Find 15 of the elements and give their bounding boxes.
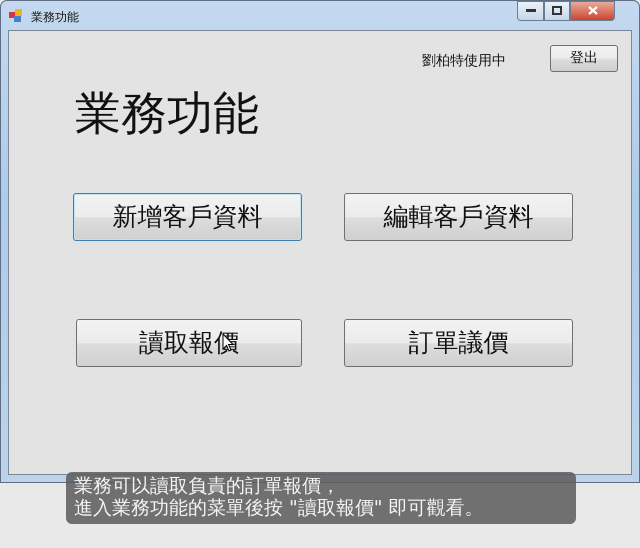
minimize-icon <box>526 8 536 13</box>
subtitle-caption: 業務可以讀取負責的訂單報價， 進入業務功能的菜單後按 "讀取報價" 即可觀看。 <box>66 472 576 524</box>
minimize-button[interactable] <box>517 1 544 21</box>
logout-button[interactable]: 登出 <box>550 45 618 72</box>
user-status-label: 劉柏特使用中 <box>422 52 506 71</box>
close-icon <box>588 6 598 16</box>
menu-button[interactable]: 新增客戶資料 <box>73 193 302 242</box>
page-heading: 業務功能 <box>74 86 260 142</box>
app-icon <box>9 9 23 23</box>
window-title: 業務功能 <box>31 9 79 26</box>
menu-button[interactable]: 訂單議價 <box>344 319 573 368</box>
maximize-button[interactable] <box>544 1 570 21</box>
maximize-icon <box>552 6 562 16</box>
close-button[interactable] <box>570 1 615 21</box>
menu-button[interactable]: 編輯客戶資料 <box>344 193 573 242</box>
